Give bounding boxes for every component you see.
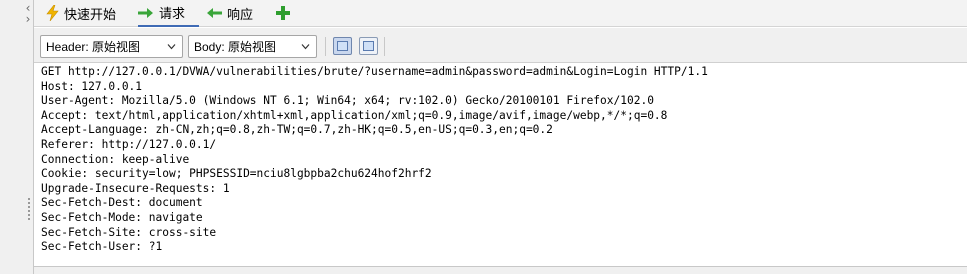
header-line: Sec-Fetch-Mode: navigate [41, 211, 203, 224]
header-line: Sec-Fetch-Site: cross-site [41, 225, 217, 239]
lightning-icon [46, 5, 59, 21]
inspector-tabbar: 快速开始 请求 响应 [34, 0, 967, 27]
request-line: GET http://127.0.0.1/DVWA/vulnerabilitie… [41, 65, 708, 78]
inspector-toolbar: Header: 原始视图 Body: 原始视图 [34, 28, 967, 63]
body-view-select-value: Body: 原始视图 [194, 40, 277, 54]
single-pane-button[interactable] [359, 37, 378, 55]
tab-label: 快速开始 [64, 6, 117, 22]
header-line: Sec-Fetch-User: ?1 [41, 240, 163, 254]
header-line: Upgrade-Insecure-Requests: 1 [41, 181, 230, 195]
bottom-splitter[interactable] [34, 266, 967, 274]
tab-label: 响应 [227, 6, 254, 22]
raw-request-editor[interactable]: GET http://127.0.0.1/DVWA/vulnerabilitie… [34, 64, 967, 266]
header-line: Sec-Fetch-Dest: document [41, 196, 203, 210]
tab-label: 请求 [159, 6, 186, 21]
tab-quickstart[interactable]: 快速开始 [46, 0, 116, 26]
split-horizontal-icon [337, 41, 348, 51]
tab-response[interactable]: 响应 [206, 0, 253, 26]
left-splitter-gutter[interactable]: ‹ › [0, 0, 34, 274]
header-line: Referer: http://127.0.0.1/ [41, 138, 217, 151]
header-line: User-Agent: Mozilla/5.0 (Windows NT 6.1;… [41, 94, 654, 108]
split-horizontal-button[interactable] [333, 37, 352, 55]
chevron-down-icon [301, 44, 310, 50]
header-line: Cookie: security=low; PHPSESSID=nciu8lgb… [41, 167, 432, 181]
header-view-select-value: Header: 原始视图 [46, 40, 141, 54]
header-line: Accept-Language: zh-CN,zh;q=0.8,zh-TW;q=… [41, 123, 553, 137]
plus-icon [276, 6, 290, 20]
arrow-right-icon [138, 7, 153, 18]
toolbar-divider [384, 37, 385, 56]
splitter-grip-icon[interactable] [594, 268, 610, 274]
body-view-select[interactable]: Body: 原始视图 [188, 35, 317, 58]
chevron-down-icon [167, 44, 176, 50]
toolbar-divider [325, 37, 326, 56]
header-line: Connection: keep-alive [41, 152, 190, 166]
fiddler-inspector: ‹ › 快速开始 请求 响应 Header: 原始视图 Body: 原始视图 G… [0, 0, 967, 274]
arrow-left-icon [207, 8, 222, 18]
header-line: Accept: text/html,application/xhtml+xml,… [41, 108, 668, 122]
splitter-grip-icon[interactable] [28, 198, 31, 222]
chevron-right-icon[interactable]: › [23, 13, 33, 25]
header-line: Host: 127.0.0.1 [41, 79, 143, 93]
single-pane-icon [363, 41, 374, 51]
header-view-select[interactable]: Header: 原始视图 [40, 35, 183, 58]
add-tab-button[interactable] [276, 0, 295, 26]
tab-request[interactable]: 请求 [138, 0, 200, 27]
